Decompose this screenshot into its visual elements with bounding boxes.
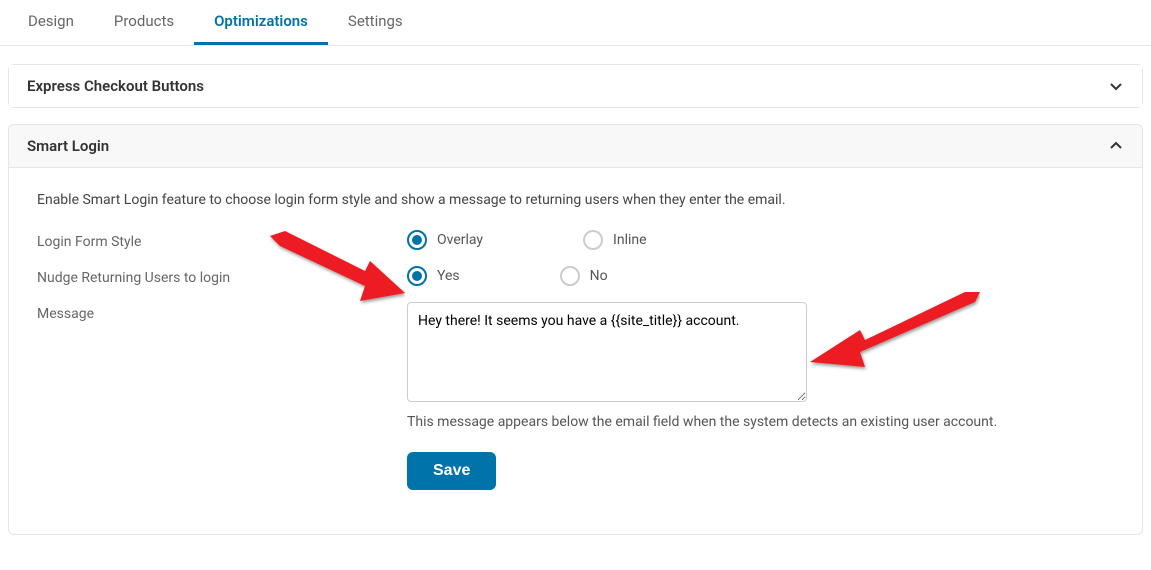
radio-group-nudge-returning: Yes No bbox=[407, 266, 1114, 286]
radio-group-login-form-style: Overlay Inline bbox=[407, 230, 1114, 250]
tab-products[interactable]: Products bbox=[94, 0, 194, 45]
label-login-form-style: Login Form Style bbox=[37, 230, 407, 250]
panel-toggle-express-checkout[interactable]: Express Checkout Buttons bbox=[9, 65, 1142, 107]
label-message: Message bbox=[37, 302, 407, 322]
tab-optimizations[interactable]: Optimizations bbox=[194, 0, 328, 45]
radio-icon bbox=[583, 230, 603, 250]
tabs-bar: Design Products Optimizations Settings bbox=[0, 0, 1151, 46]
radio-label: No bbox=[590, 268, 608, 284]
panel-body-smart-login: Enable Smart Login feature to choose log… bbox=[9, 168, 1142, 534]
panel-title: Express Checkout Buttons bbox=[27, 77, 204, 95]
message-textarea[interactable] bbox=[407, 302, 807, 402]
radio-icon bbox=[407, 266, 427, 286]
radio-label: Inline bbox=[613, 232, 647, 248]
tab-design[interactable]: Design bbox=[8, 0, 94, 45]
save-button[interactable]: Save bbox=[407, 452, 496, 490]
radio-yes[interactable]: Yes bbox=[407, 266, 460, 286]
chevron-up-icon bbox=[1108, 138, 1124, 154]
radio-icon bbox=[560, 266, 580, 286]
label-nudge-returning: Nudge Returning Users to login bbox=[37, 266, 407, 286]
radio-overlay[interactable]: Overlay bbox=[407, 230, 483, 250]
tab-settings[interactable]: Settings bbox=[328, 0, 423, 45]
section-description: Enable Smart Login feature to choose log… bbox=[37, 192, 1114, 208]
panel-express-checkout: Express Checkout Buttons bbox=[8, 64, 1143, 108]
radio-label: Overlay bbox=[437, 232, 483, 248]
radio-label: Yes bbox=[437, 268, 460, 284]
radio-inline[interactable]: Inline bbox=[583, 230, 647, 250]
panel-title: Smart Login bbox=[27, 137, 109, 155]
radio-no[interactable]: No bbox=[560, 266, 608, 286]
chevron-down-icon bbox=[1108, 78, 1124, 94]
panel-smart-login: Smart Login Enable Smart Login feature t… bbox=[8, 124, 1143, 535]
message-helper-text: This message appears below the email fie… bbox=[407, 414, 1114, 430]
panel-toggle-smart-login[interactable]: Smart Login bbox=[9, 125, 1142, 168]
radio-icon bbox=[407, 230, 427, 250]
